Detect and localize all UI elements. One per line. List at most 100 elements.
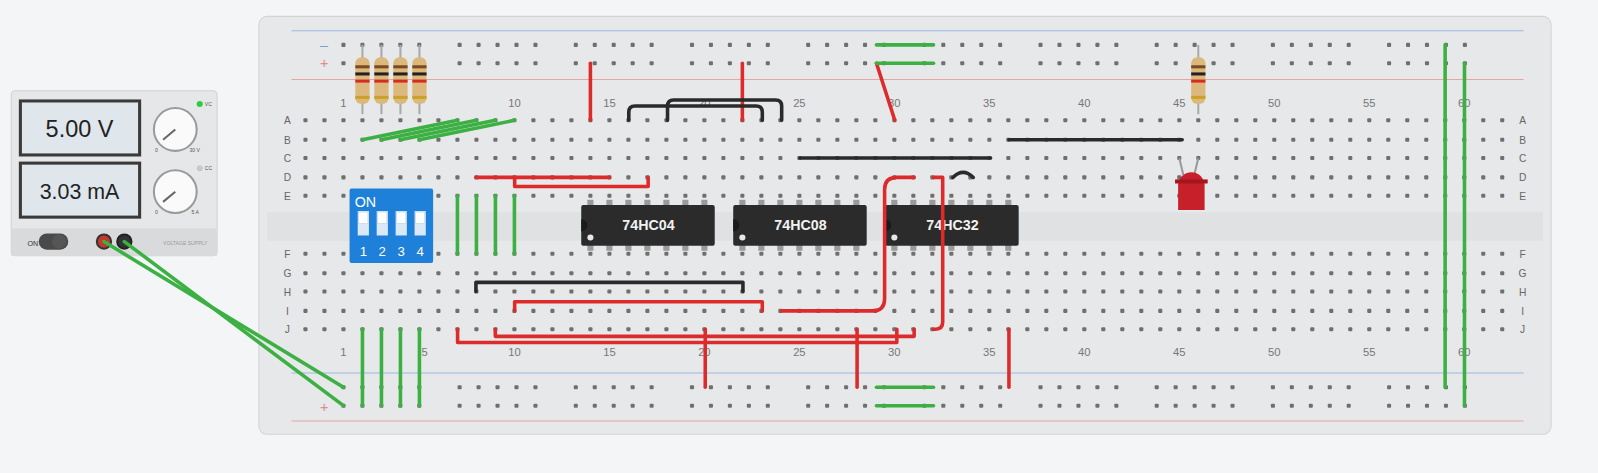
label: VC [205, 101, 212, 107]
wire[interactable] [419, 120, 514, 139]
wire[interactable] [476, 282, 743, 291]
wire[interactable] [800, 156, 991, 160]
wire[interactable] [629, 106, 763, 120]
row-letter: J [285, 324, 290, 335]
dip-toggle[interactable] [415, 211, 426, 235]
row-letter: F [284, 249, 290, 260]
wire[interactable] [513, 196, 517, 254]
wire[interactable] [361, 329, 365, 405]
wire[interactable] [399, 329, 403, 405]
wire[interactable] [1007, 329, 1011, 387]
row-letter: C [284, 153, 291, 164]
dip-toggle[interactable] [358, 211, 369, 235]
ic-chip[interactable]: 74HC08 [733, 200, 867, 251]
row-letter: H [284, 287, 291, 298]
power-label: ON [28, 240, 39, 248]
column-number: 45 [1173, 346, 1185, 358]
wire[interactable] [515, 302, 763, 311]
wire[interactable] [876, 63, 894, 120]
row-letter: I [1521, 306, 1524, 317]
rail-minus: – [320, 37, 328, 53]
row-letter: D [284, 172, 291, 183]
row-letter: B [1519, 135, 1526, 146]
column-number: 35 [983, 97, 995, 109]
wire[interactable] [876, 386, 933, 390]
wire[interactable] [476, 176, 610, 180]
resistor[interactable] [374, 45, 388, 114]
wire[interactable] [934, 177, 943, 329]
wire[interactable] [782, 177, 914, 311]
wire[interactable] [703, 329, 707, 387]
wire[interactable] [475, 196, 479, 254]
dip-number: 4 [417, 244, 424, 259]
rail-plus: + [320, 399, 328, 415]
column-number: 10 [508, 346, 520, 358]
current-reading: 3.03 mA [40, 180, 120, 204]
resistor[interactable] [393, 45, 407, 114]
voltage-display [20, 101, 139, 155]
column-number: 45 [1173, 97, 1185, 109]
wire[interactable] [668, 100, 782, 120]
cv-indicator [197, 101, 203, 107]
column-number: 10 [508, 97, 520, 109]
row-letter: G [1519, 268, 1527, 279]
dip-toggle[interactable] [377, 211, 388, 235]
label: 30 V [190, 147, 201, 153]
column-number: 15 [603, 346, 615, 358]
wire[interactable] [876, 404, 933, 408]
wire[interactable] [876, 61, 933, 65]
dip-switch: ON1234 [350, 189, 434, 263]
row-letter: A [284, 115, 291, 126]
wire[interactable] [456, 196, 460, 254]
current-knob[interactable] [154, 170, 197, 213]
column-number: 55 [1363, 346, 1375, 358]
column-number: 5 [421, 346, 427, 358]
row-letter: E [284, 191, 291, 202]
wire[interactable] [953, 172, 973, 177]
dip-toggle[interactable] [396, 211, 407, 235]
wire[interactable] [589, 63, 593, 120]
dip-number: 1 [360, 244, 367, 259]
ic-chip[interactable]: 74HC32 [885, 200, 1019, 251]
wire[interactable] [418, 329, 422, 405]
chip-label: 74HC08 [774, 217, 826, 233]
column-number: 55 [1363, 97, 1375, 109]
circuit-canvas: 5.00 V3.03 mA030 V05 AVCCCONVOLTAGE SUPP… [0, 0, 1598, 473]
wire[interactable] [380, 329, 384, 405]
wire[interactable] [124, 242, 343, 406]
column-number: 30 [888, 346, 900, 358]
label: 0 [155, 147, 158, 153]
voltage-knob[interactable] [154, 108, 197, 151]
chip-label: 74HC32 [926, 217, 978, 233]
resistor[interactable] [412, 45, 426, 114]
wire[interactable] [1009, 138, 1182, 142]
row-letter: G [283, 268, 291, 279]
brand-label: VOLTAGE SUPPLY [163, 240, 208, 246]
wire[interactable] [741, 63, 745, 120]
power-switch[interactable] [39, 233, 69, 249]
column-number: 35 [983, 346, 995, 358]
row-letter: F [1519, 249, 1525, 260]
wire[interactable] [876, 43, 933, 47]
dip-number: 2 [379, 244, 386, 259]
column-number: 50 [1268, 97, 1280, 109]
column-number: 25 [793, 346, 805, 358]
wire[interactable] [400, 120, 495, 139]
ic-chip[interactable]: 74HC04 [581, 200, 715, 251]
breadboard: AABBCCDDEEFFGGHHIIJJ11015202530354045505… [259, 16, 1551, 434]
wire[interactable] [1463, 63, 1467, 405]
led[interactable] [1175, 158, 1208, 210]
label: 5 A [192, 209, 200, 215]
chip-label: 74HC04 [622, 217, 674, 233]
resistor[interactable] [1191, 45, 1205, 114]
row-letter: D [1519, 172, 1526, 183]
wire[interactable] [855, 329, 859, 387]
rail-plus: + [320, 55, 328, 71]
wire[interactable] [515, 177, 649, 186]
canvas: 5.00 V3.03 mA030 V05 AVCCCONVOLTAGE SUPP… [0, 0, 1598, 473]
wire[interactable] [494, 196, 498, 254]
resistor[interactable] [355, 45, 369, 114]
row-letter: H [1519, 287, 1526, 298]
wire[interactable] [1443, 45, 1447, 387]
label: CC [205, 165, 213, 171]
